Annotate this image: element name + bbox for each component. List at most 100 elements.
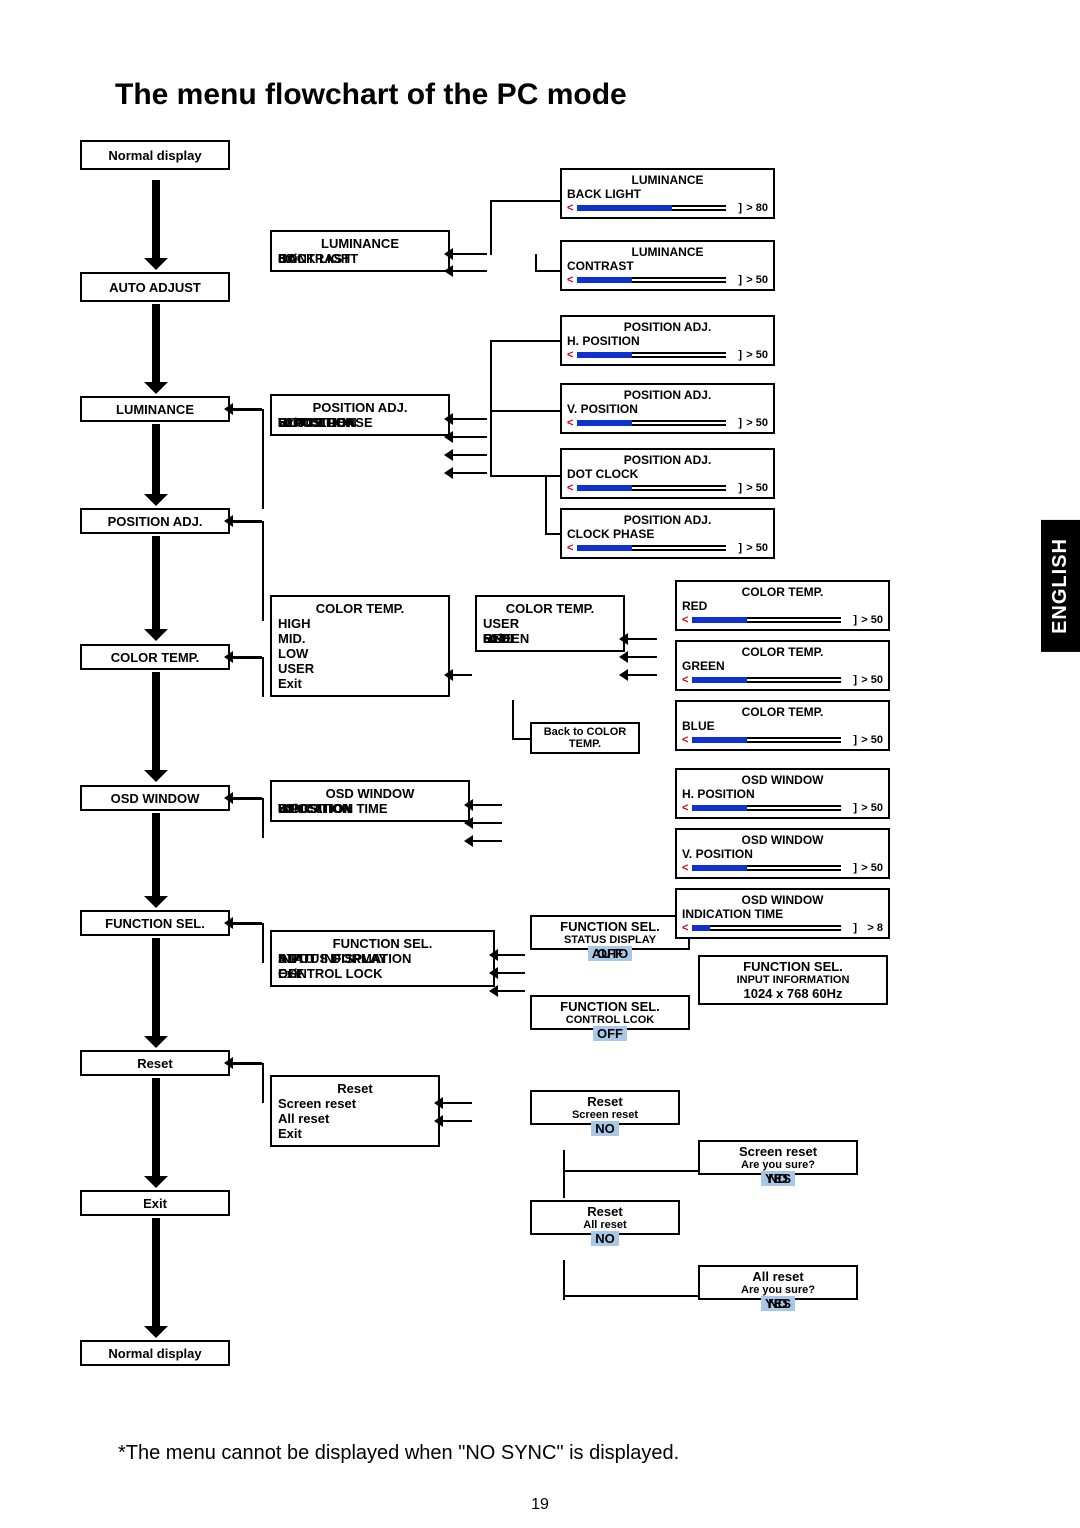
- line: [262, 1063, 264, 1103]
- line: [512, 738, 530, 740]
- arrow-icon: [627, 656, 657, 658]
- value: 1024 x 768 60Hz: [704, 986, 882, 1001]
- arrow-icon: [627, 638, 657, 640]
- label: Exit: [278, 1126, 432, 1141]
- arrow-icon: [452, 253, 487, 255]
- arrow-icon: [152, 813, 160, 898]
- option-no: NO: [768, 1296, 788, 1311]
- line: [490, 200, 492, 255]
- value: > 50: [746, 274, 768, 286]
- slider-ct-green: COLOR TEMP. GREEN <]> 50: [675, 640, 890, 691]
- box-reset: Reset: [80, 1050, 230, 1076]
- label: Screen reset: [536, 1109, 674, 1121]
- label: CONTRAST: [567, 259, 768, 273]
- label: POSITION ADJ.: [567, 388, 768, 402]
- menu-title: Screen reset: [704, 1144, 852, 1159]
- line: [563, 1150, 565, 1198]
- label: LUMINANCE: [567, 173, 768, 187]
- line: [490, 340, 492, 475]
- line: [512, 700, 514, 738]
- menu-color-temp: COLOR TEMP. HIGH MID. LOW USER Exit: [270, 595, 450, 697]
- value: 50: [278, 415, 292, 430]
- option-no: NO: [591, 1121, 619, 1136]
- line: [490, 410, 560, 412]
- arrow-icon: [452, 436, 487, 438]
- value: 8: [278, 801, 285, 816]
- box-function-sel: FUNCTION SEL.: [80, 910, 230, 936]
- value: 50: [483, 631, 497, 646]
- option-no: NO: [768, 1171, 788, 1186]
- slider-osd-ind: OSD WINDOW INDICATION TIME <]> 8: [675, 888, 890, 939]
- line: [262, 657, 264, 697]
- label: All reset: [536, 1219, 674, 1231]
- menu-title: All reset: [704, 1269, 852, 1284]
- arrow-icon: [627, 674, 657, 676]
- slider-ct-red: COLOR TEMP. RED <]> 50: [675, 580, 890, 631]
- label: H. POSITION: [682, 787, 883, 801]
- line: [262, 923, 264, 963]
- label: OSD WINDOW: [682, 773, 883, 787]
- value: > 50: [746, 542, 768, 554]
- label: CONTROL LCOK: [536, 1014, 684, 1026]
- label: GREEN: [682, 659, 883, 673]
- menu-function: FUNCTION SEL. STATUS DISPLAYAUTO INPUT I…: [270, 930, 495, 987]
- label: OSD WINDOW: [682, 893, 883, 907]
- arrow-icon: [472, 840, 502, 842]
- arrow-icon: [152, 938, 160, 1038]
- label: INPUT INFORMATION: [704, 974, 882, 986]
- value: OFF: [278, 966, 304, 981]
- slider-osd-v: OSD WINDOW V. POSITION <]> 50: [675, 828, 890, 879]
- arrow-icon: [152, 672, 160, 772]
- value: > 8: [867, 922, 883, 934]
- menu-title: Reset: [278, 1081, 432, 1096]
- label: LUMINANCE: [567, 245, 768, 259]
- slider-position-dot: POSITION ADJ. DOT CLOCK <]> 50: [560, 448, 775, 499]
- box-position-adj: POSITION ADJ.: [80, 508, 230, 534]
- label: POSITION ADJ.: [567, 513, 768, 527]
- box-normal-display-2: Normal display: [80, 1340, 230, 1366]
- line: [232, 521, 264, 523]
- label: USER: [483, 616, 617, 631]
- label: All reset: [278, 1111, 432, 1126]
- line: [563, 1260, 565, 1300]
- confirm-screen: Screen reset Are you sure? YESNO: [698, 1140, 858, 1175]
- label: INDICATION TIME: [682, 907, 883, 921]
- arrow-icon: [152, 180, 160, 260]
- label: Are you sure?: [704, 1284, 852, 1296]
- label: Are you sure?: [704, 1159, 852, 1171]
- option-off: OFF: [593, 1026, 627, 1041]
- line: [262, 798, 264, 838]
- slider-position-v: POSITION ADJ. V. POSITION <]> 50: [560, 383, 775, 434]
- label: POSITION ADJ.: [567, 453, 768, 467]
- label: COLOR TEMP.: [682, 645, 883, 659]
- label: INDICATION TIME: [278, 801, 388, 816]
- menu-title: FUNCTION SEL.: [536, 919, 684, 934]
- arrow-icon: [152, 1218, 160, 1328]
- label: DOT CLOCK: [567, 467, 768, 481]
- option-off: OFF: [597, 946, 623, 961]
- arrow-icon: [442, 1120, 472, 1122]
- menu-title: FUNCTION SEL.: [278, 936, 487, 951]
- menu-func-status: FUNCTION SEL. STATUS DISPLAY AUTOOFF: [530, 915, 690, 950]
- label: BACK LIGHT: [567, 187, 768, 201]
- value: > 50: [746, 482, 768, 494]
- arrow-icon: [472, 822, 502, 824]
- arrow-icon: [452, 454, 487, 456]
- page-number: 19: [0, 1496, 1080, 1514]
- line: [232, 409, 264, 411]
- line: [535, 270, 560, 272]
- arrow-icon: [452, 418, 487, 420]
- box-osd-window: OSD WINDOW: [80, 785, 230, 811]
- label: COLOR TEMP.: [682, 705, 883, 719]
- menu-reset-all: Reset All reset YESNO: [530, 1200, 680, 1235]
- slider-luminance-contrast: LUMINANCE CONTRAST <]> 50: [560, 240, 775, 291]
- line: [490, 475, 560, 477]
- arrow-icon: [152, 1078, 160, 1178]
- label: OSD WINDOW: [682, 833, 883, 847]
- arrow-icon: [152, 536, 160, 631]
- label: COLOR TEMP.: [682, 585, 883, 599]
- arrow-icon: [452, 674, 472, 676]
- slider-ct-blue: COLOR TEMP. BLUE <]> 50: [675, 700, 890, 751]
- menu-reset-screen: Reset Screen reset YESNO: [530, 1090, 680, 1125]
- line: [490, 200, 560, 202]
